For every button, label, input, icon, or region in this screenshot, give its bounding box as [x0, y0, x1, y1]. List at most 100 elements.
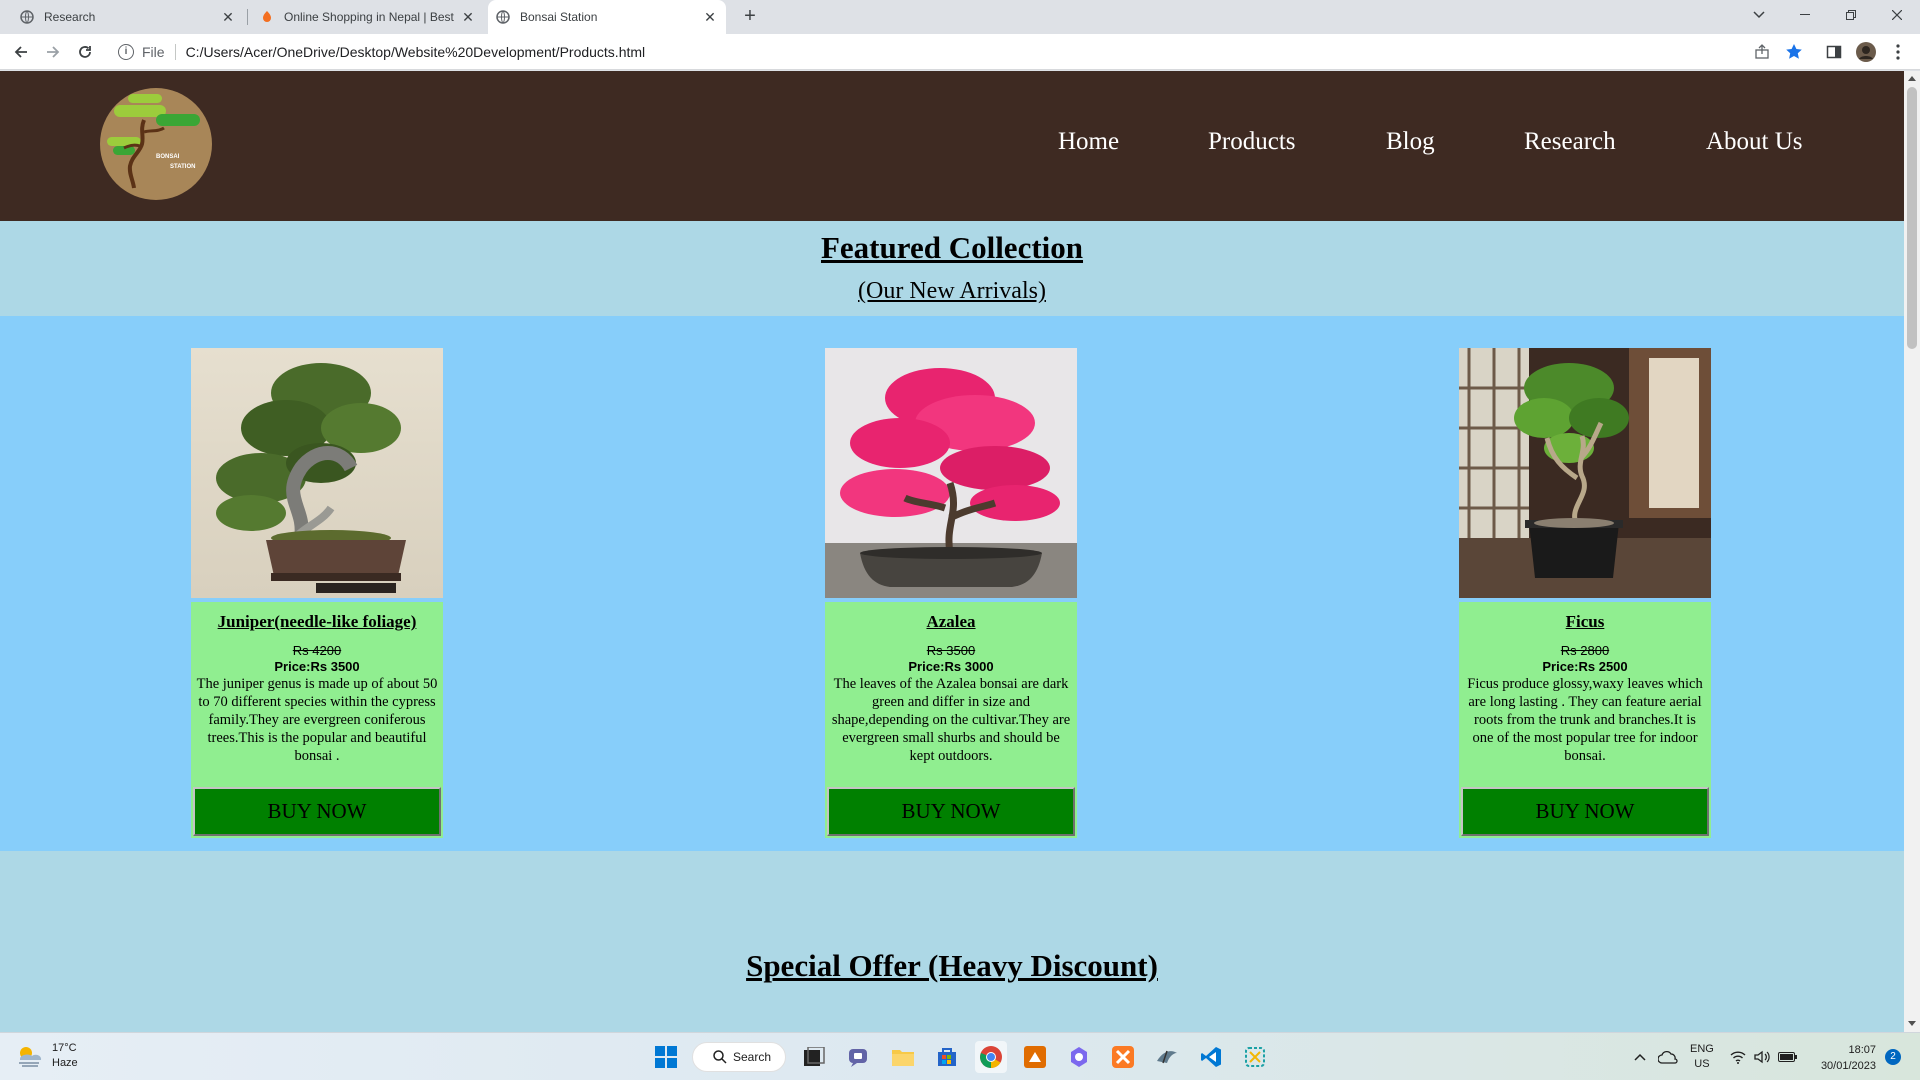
product-info: Juniper(needle-like foliage) Rs 4200 Pri… — [191, 602, 443, 838]
product-info: Azalea Rs 3500 Price:Rs 3000 The leaves … — [825, 602, 1077, 838]
product-grid: Juniper(needle-like foliage) Rs 4200 Pri… — [0, 316, 1904, 851]
nav-blog[interactable]: Blog — [1386, 128, 1435, 156]
address-divider — [174, 44, 176, 60]
product-old-price: Rs 2800 — [1560, 643, 1610, 658]
product-name[interactable]: Azalea — [825, 612, 1077, 632]
product-card: Juniper(needle-like foliage) Rs 4200 Pri… — [191, 348, 443, 838]
new-tab-button[interactable]: + — [738, 5, 762, 29]
tab-research[interactable]: Research ✕ — [12, 0, 244, 34]
windows-taskbar: 17°C Haze Search ENG US 18:07 30/01/2023… — [0, 1032, 1920, 1080]
buy-now-button[interactable]: BUY NOW — [193, 787, 441, 836]
minimize-icon[interactable] — [1782, 0, 1828, 30]
product-card: Ficus Rs 2800 Price:Rs 2500 Ficus produc… — [1459, 348, 1711, 838]
battery-icon[interactable] — [1777, 1052, 1798, 1062]
buy-now-button[interactable]: BUY NOW — [827, 787, 1075, 836]
close-icon[interactable]: ✕ — [460, 9, 476, 26]
tab-divider — [247, 9, 248, 25]
wireshark-icon[interactable] — [1151, 1041, 1183, 1073]
azalea-bonsai-image — [825, 348, 1077, 598]
microsoft-store-icon[interactable] — [931, 1041, 963, 1073]
close-window-icon[interactable] — [1874, 0, 1920, 30]
site-header: BONSAI STATION Home Products Blog Resear… — [0, 71, 1904, 221]
share-icon[interactable] — [1752, 42, 1772, 62]
nav-products[interactable]: Products — [1208, 128, 1296, 156]
teams-chat-icon[interactable] — [843, 1041, 875, 1073]
vscode-icon[interactable] — [1195, 1041, 1227, 1073]
wifi-icon[interactable] — [1730, 1050, 1746, 1064]
product-name[interactable]: Juniper(needle-like foliage) — [191, 612, 443, 632]
sublime-app-icon[interactable] — [1019, 1041, 1051, 1073]
clock-date: 30/01/2023 — [1820, 1060, 1876, 1072]
globe-icon — [20, 10, 34, 24]
juniper-bonsai-image — [191, 348, 443, 598]
tab-search-chevron-icon[interactable] — [1736, 0, 1782, 30]
xampp-icon[interactable] — [1107, 1041, 1139, 1073]
close-icon[interactable]: ✕ — [702, 9, 718, 26]
back-arrow-icon[interactable] — [9, 40, 33, 64]
bonsai-station-logo[interactable]: BONSAI STATION — [100, 88, 212, 200]
profile-avatar[interactable] — [1856, 42, 1876, 62]
taskbar-clock[interactable]: 18:07 30/01/2023 — [1806, 1042, 1876, 1074]
close-icon[interactable]: ✕ — [220, 9, 236, 26]
taskbar-search[interactable]: Search — [692, 1042, 786, 1072]
restore-icon[interactable] — [1828, 0, 1874, 30]
more-menu-icon[interactable] — [1888, 42, 1908, 62]
address-bar[interactable]: i File C:/Users/Acer/OneDrive/Desktop/We… — [110, 36, 1750, 68]
tab-bonsai-station[interactable]: Bonsai Station ✕ — [488, 0, 726, 34]
weather-widget[interactable]: 17°C Haze — [16, 1041, 78, 1071]
language-code: ENG — [1690, 1043, 1714, 1055]
special-offer-title: Special Offer (Heavy Discount) — [746, 948, 1158, 983]
shopping-site-icon — [260, 10, 274, 24]
product-price: Price:Rs 3500 — [274, 659, 360, 674]
tab-title: Bonsai Station — [520, 10, 598, 24]
weather-condition: Haze — [52, 1057, 78, 1069]
svg-text:STATION: STATION — [170, 164, 195, 170]
tab-online-shopping[interactable]: Online Shopping in Nepal | Best ✕ — [252, 0, 484, 34]
ficus-bonsai-image — [1459, 348, 1711, 598]
featured-title: Featured Collection — [820, 230, 1084, 265]
language-indicator[interactable]: ENG US — [1690, 1042, 1714, 1072]
product-name[interactable]: Ficus — [1459, 612, 1711, 632]
product-info: Ficus Rs 2800 Price:Rs 2500 Ficus produc… — [1459, 602, 1711, 838]
chrome-icon[interactable] — [975, 1041, 1007, 1073]
page-scrollbar[interactable] — [1904, 71, 1920, 1032]
scrollbar-thumb[interactable] — [1907, 87, 1917, 349]
url-text[interactable]: C:/Users/Acer/OneDrive/Desktop/Website%2… — [186, 44, 646, 60]
featured-subtitle: (Our New Arrivals) — [858, 278, 1046, 304]
tab-strip: Research ✕ Online Shopping in Nepal | Be… — [0, 0, 1920, 34]
browser-toolbar: i File C:/Users/Acer/OneDrive/Desktop/We… — [0, 34, 1920, 70]
scroll-down-arrow-icon[interactable] — [1908, 1021, 1916, 1026]
side-panel-icon[interactable] — [1824, 42, 1844, 62]
bookmark-star-icon[interactable] — [1784, 42, 1804, 62]
file-explorer-icon[interactable] — [887, 1041, 919, 1073]
settings-app-icon[interactable] — [1063, 1041, 1095, 1073]
info-icon[interactable]: i — [118, 44, 134, 60]
url-scheme-label: File — [142, 44, 165, 60]
chevron-up-icon[interactable] — [1634, 1053, 1646, 1061]
tab-title: Research — [44, 10, 96, 24]
search-icon — [713, 1050, 727, 1064]
special-offer-section: Special Offer (Heavy Discount) — [0, 948, 1904, 984]
product-old-price: Rs 4200 — [292, 643, 342, 658]
product-description: Ficus produce glossy,waxy leaves which a… — [1467, 676, 1703, 764]
volume-icon[interactable] — [1754, 1050, 1770, 1064]
product-old-price: Rs 3500 — [926, 643, 976, 658]
page-viewport: BONSAI STATION Home Products Blog Resear… — [0, 71, 1904, 1032]
product-description: The juniper genus is made up of about 50… — [196, 676, 438, 764]
windows-start-icon[interactable] — [650, 1041, 682, 1073]
nav-home[interactable]: Home — [1058, 128, 1119, 156]
globe-icon — [496, 10, 510, 24]
product-description: The leaves of the Azalea bonsai are dark… — [831, 676, 1071, 764]
onedrive-cloud-icon[interactable] — [1658, 1050, 1678, 1064]
buy-now-button[interactable]: BUY NOW — [1461, 787, 1709, 836]
search-label: Search — [733, 1050, 772, 1064]
forward-arrow-icon[interactable] — [41, 40, 65, 64]
nav-research[interactable]: Research — [1524, 128, 1616, 156]
reload-icon[interactable] — [73, 40, 97, 64]
snipping-tool-icon[interactable] — [1239, 1041, 1271, 1073]
product-card: Azalea Rs 3500 Price:Rs 3000 The leaves … — [825, 348, 1077, 838]
nav-about-us[interactable]: About Us — [1706, 128, 1803, 156]
task-view-icon[interactable] — [798, 1041, 830, 1073]
scroll-up-arrow-icon[interactable] — [1908, 76, 1916, 81]
notification-badge[interactable]: 2 — [1885, 1049, 1901, 1065]
